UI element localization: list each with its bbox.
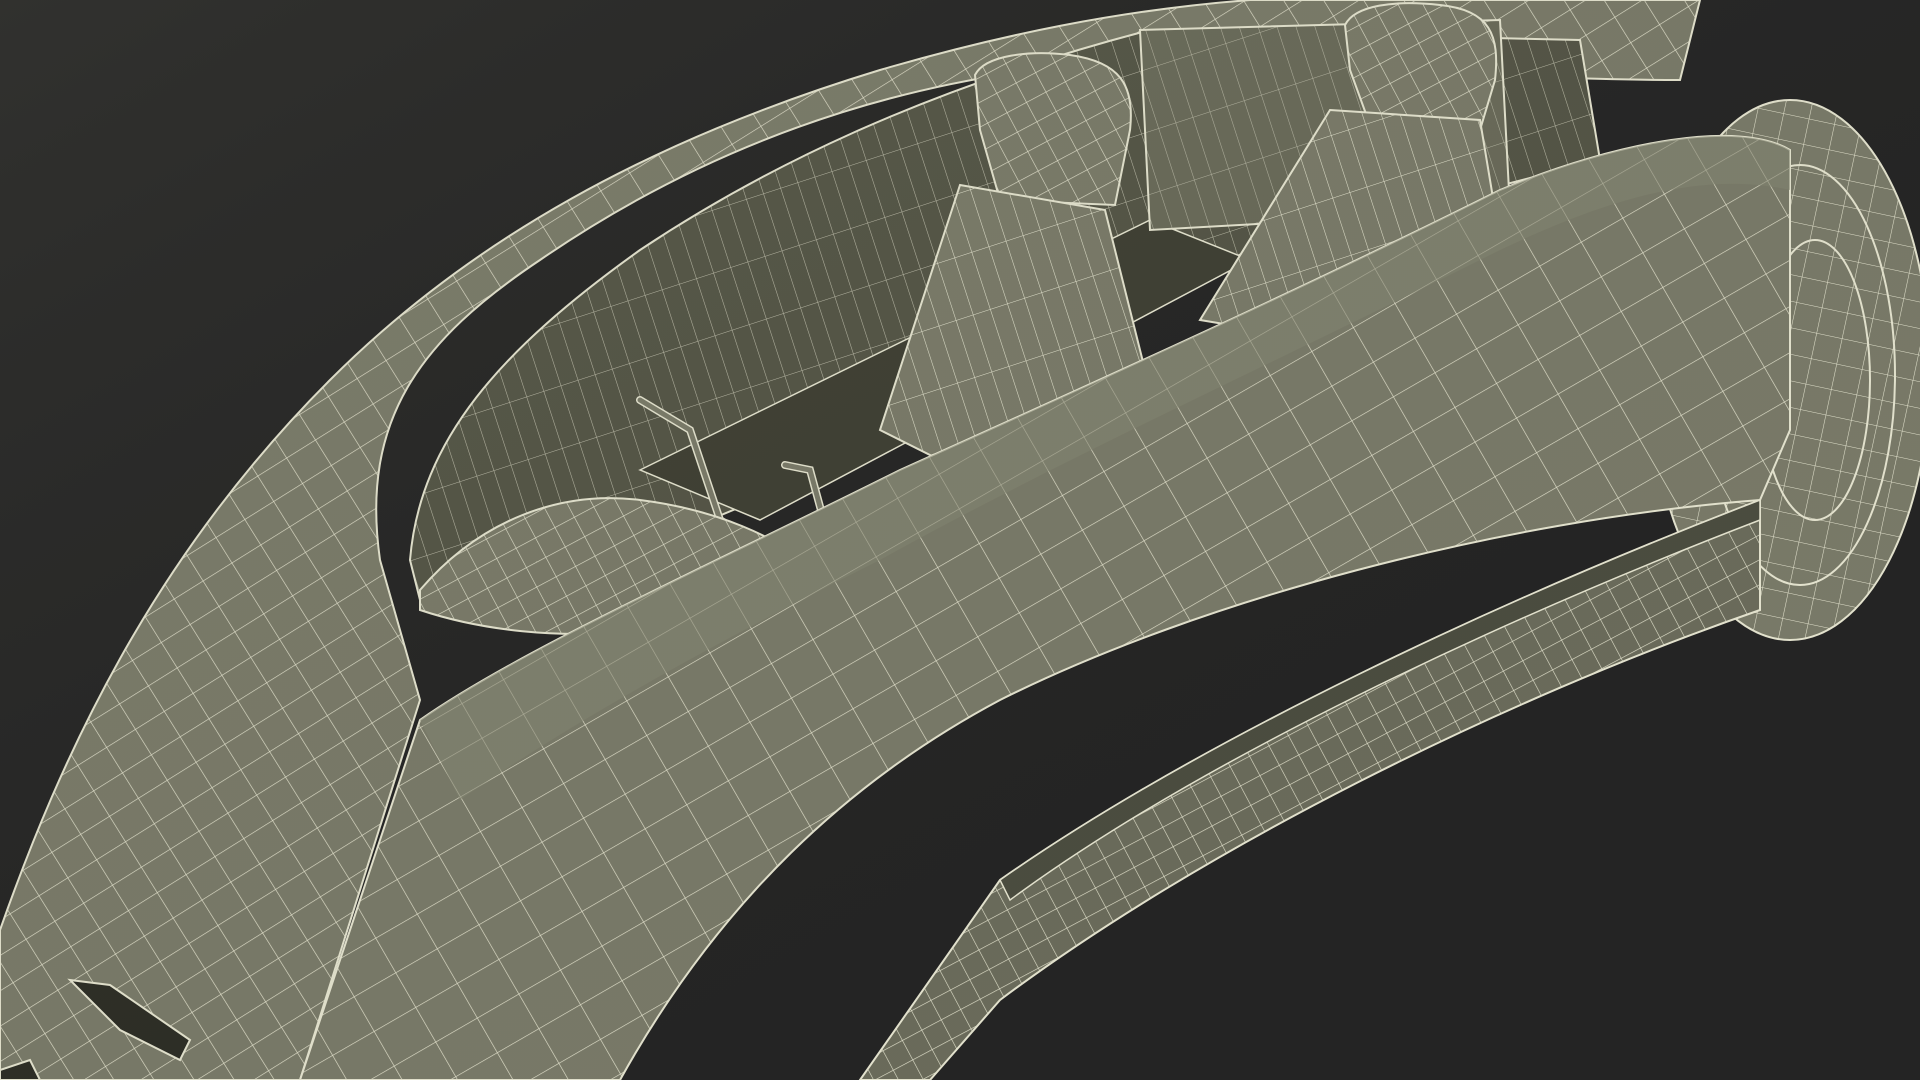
wireframe-render	[0, 0, 1920, 1080]
viewport	[0, 0, 1920, 1080]
